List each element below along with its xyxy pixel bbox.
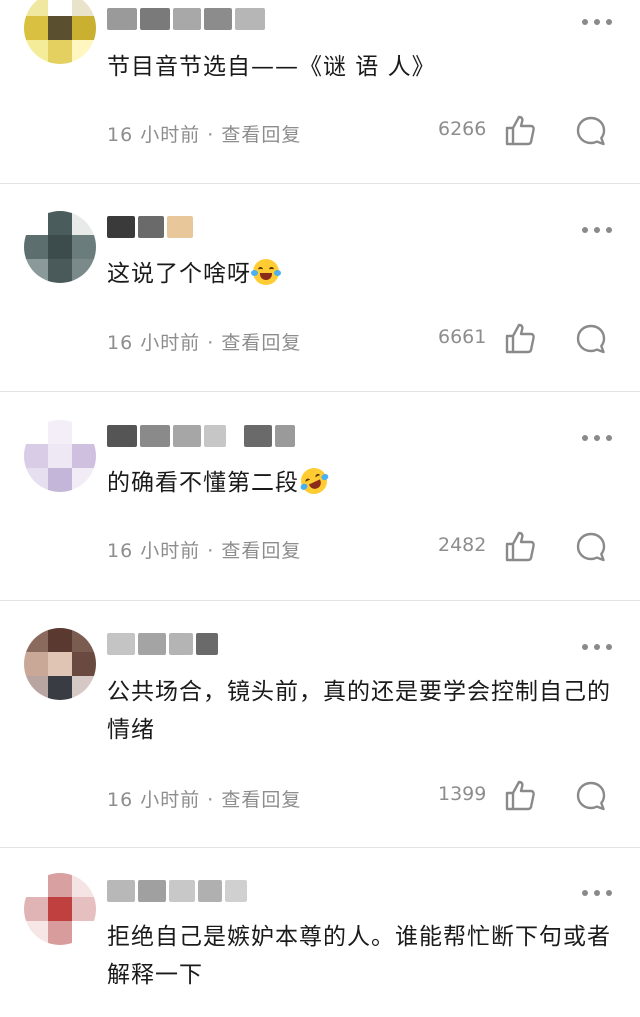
username-blurred[interactable] (107, 425, 295, 447)
meta-separator: · (207, 332, 215, 354)
comment-meta: 16 小时前 · 查看回复 (107, 536, 301, 563)
comment-text: 节目音节选自——《谜 语 人》 (107, 48, 612, 86)
meta-separator: · (207, 789, 215, 811)
like-count: 2482 (438, 534, 487, 556)
comment-item: 这说了个啥呀 16 小时前 · 查看回复 6661 (0, 184, 640, 392)
username-blurred[interactable] (107, 880, 247, 902)
username-blurred[interactable] (107, 633, 218, 655)
comment-time: 16 小时前 (107, 124, 201, 146)
view-replies-link[interactable]: 查看回复 (221, 332, 301, 354)
avatar[interactable] (24, 420, 96, 492)
avatar[interactable] (24, 873, 96, 945)
comment-text: 的确看不懂第二段 (107, 463, 612, 502)
comment-time: 16 小时前 (107, 540, 201, 562)
comment-text-content: 的确看不懂第二段 (107, 470, 299, 496)
username-blurred[interactable] (107, 8, 265, 30)
comment-meta: 16 小时前 · 查看回复 (107, 328, 301, 355)
more-options-icon[interactable] (582, 16, 612, 28)
comment-text: 这说了个啥呀 (107, 255, 612, 293)
comment-text-content: 拒绝自己是嫉妒本尊的人。谁能帮忙断下句或者解释一下 (107, 924, 611, 988)
comment-item: 节目音节选自——《谜 语 人》 16 小时前 · 查看回复 6266 (0, 0, 640, 184)
more-options-icon[interactable] (582, 887, 612, 899)
comment-item: 公共场合，镜头前，真的还是要学会控制自己的情绪 16 小时前 · 查看回复 13… (0, 601, 640, 848)
comment-time: 16 小时前 (107, 332, 201, 354)
more-options-icon[interactable] (582, 432, 612, 444)
view-replies-link[interactable]: 查看回复 (221, 124, 301, 146)
username-blurred[interactable] (107, 216, 193, 238)
view-replies-link[interactable]: 查看回复 (221, 540, 301, 562)
reply-comment-icon[interactable] (574, 114, 608, 148)
crying-laughing-emoji (251, 259, 281, 285)
meta-separator: · (207, 540, 215, 562)
like-count: 1399 (438, 783, 487, 805)
thumbs-up-icon[interactable] (503, 322, 537, 356)
comment-text-content: 公共场合，镜头前，真的还是要学会控制自己的情绪 (107, 679, 611, 743)
reply-comment-icon[interactable] (574, 779, 608, 813)
comment-text-content: 这说了个啥呀 (107, 261, 251, 287)
view-replies-link[interactable]: 查看回复 (221, 789, 301, 811)
thumbs-up-icon[interactable] (503, 114, 537, 148)
comment-text: 拒绝自己是嫉妒本尊的人。谁能帮忙断下句或者解释一下 (107, 918, 612, 994)
more-options-icon[interactable] (582, 641, 612, 653)
rolling-laughing-emoji (296, 463, 332, 499)
comment-text: 公共场合，镜头前，真的还是要学会控制自己的情绪 (107, 673, 612, 749)
comment-item: 的确看不懂第二段 16 小时前 · 查看回复 2482 (0, 392, 640, 601)
thumbs-up-icon[interactable] (503, 779, 537, 813)
like-count: 6661 (438, 326, 487, 348)
comment-time: 16 小时前 (107, 789, 201, 811)
avatar[interactable] (24, 628, 96, 700)
avatar[interactable] (24, 0, 96, 64)
more-options-icon[interactable] (582, 224, 612, 236)
comment-meta: 16 小时前 · 查看回复 (107, 785, 301, 812)
thumbs-up-icon[interactable] (503, 530, 537, 564)
comment-item: 拒绝自己是嫉妒本尊的人。谁能帮忙断下句或者解释一下 (0, 848, 640, 1017)
reply-comment-icon[interactable] (574, 322, 608, 356)
like-count: 6266 (438, 118, 487, 140)
comment-text-content: 节目音节选自——《谜 语 人》 (107, 54, 436, 80)
comment-meta: 16 小时前 · 查看回复 (107, 120, 301, 147)
reply-comment-icon[interactable] (574, 530, 608, 564)
avatar[interactable] (24, 211, 96, 283)
meta-separator: · (207, 124, 215, 146)
